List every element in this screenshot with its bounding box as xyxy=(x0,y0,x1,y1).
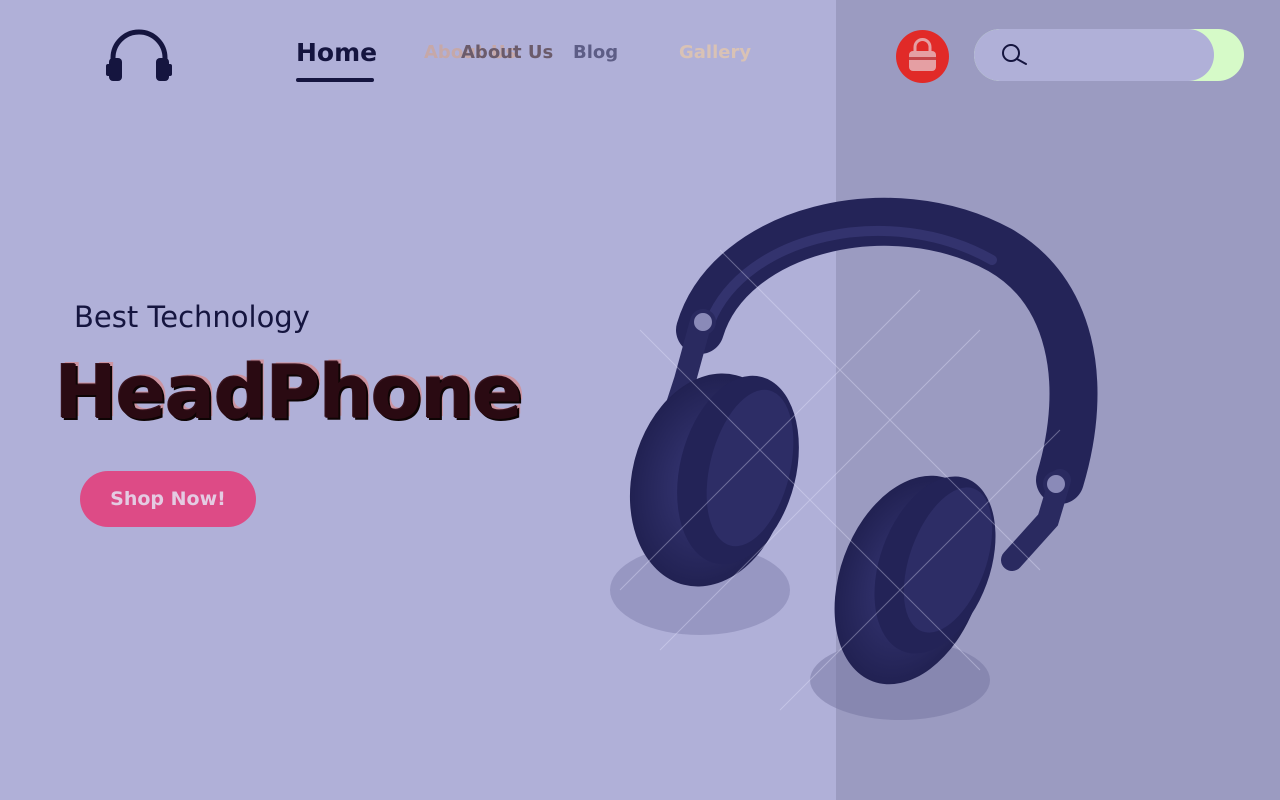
shop-now-button[interactable]: Shop Now! xyxy=(80,471,256,527)
search-input[interactable] xyxy=(1032,41,1196,71)
nav-gallery-link[interactable]: Gallery xyxy=(679,42,751,63)
headphone-product-image xyxy=(610,197,1098,720)
nav-home-active-indicator xyxy=(296,78,374,82)
nav-blog-link[interactable]: Blog xyxy=(573,42,618,63)
hero-title: HeadPhone xyxy=(55,350,523,436)
nav-home-link[interactable]: Home xyxy=(296,38,377,67)
search-bar xyxy=(974,29,1244,81)
headphones-icon[interactable] xyxy=(105,28,173,84)
hero-subtitle: Best Technology xyxy=(74,300,310,334)
search-field xyxy=(974,29,1214,81)
nav-about-link[interactable]: About Us xyxy=(461,42,553,63)
shopping-bag-icon xyxy=(909,38,936,71)
search-icon[interactable] xyxy=(1000,42,1028,70)
cart-button[interactable] xyxy=(896,30,949,83)
